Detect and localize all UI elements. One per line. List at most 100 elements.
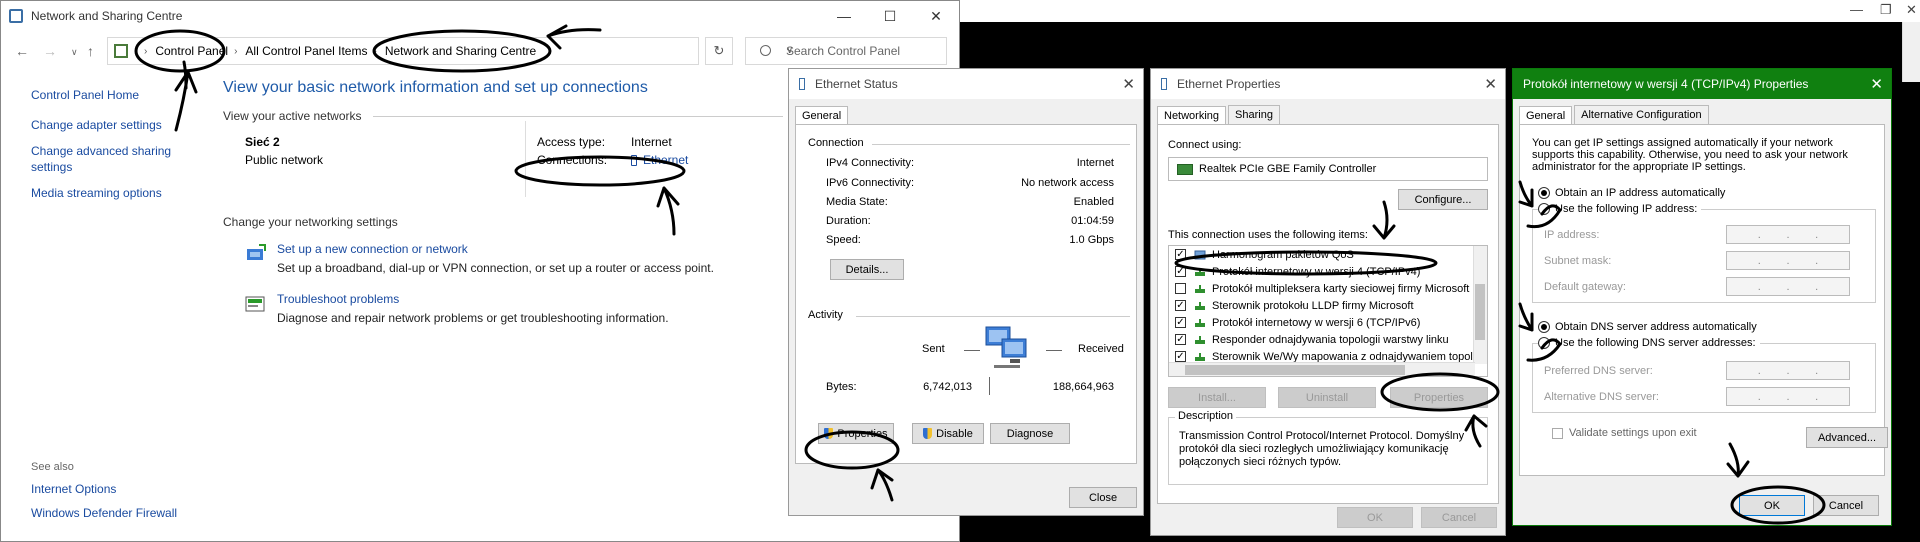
uninstall-button[interactable]: Uninstall xyxy=(1278,387,1376,408)
minimize-icon[interactable]: — xyxy=(1850,2,1863,17)
cancel-button[interactable]: Cancel xyxy=(1421,507,1497,528)
close-icon[interactable]: ✕ xyxy=(1870,75,1883,93)
radio-unselected xyxy=(1538,337,1550,349)
close-icon[interactable]: ✕ xyxy=(1906,2,1917,18)
close-icon[interactable]: ✕ xyxy=(913,1,959,31)
maximize-icon[interactable]: ☐ xyxy=(867,1,913,31)
change-advanced-sharing-link[interactable]: Change advanced sharing settings xyxy=(31,143,191,175)
item-properties-button[interactable]: Properties xyxy=(1390,387,1488,408)
alternative-dns-field[interactable]: ... xyxy=(1726,387,1850,406)
dialog-title-bar: Ethernet Status ✕ xyxy=(789,69,1143,99)
radio-label: Obtain an IP address automatically xyxy=(1555,187,1726,199)
list-item[interactable]: ✓ Protokół internetowy w wersji 6 (TCP/IP… xyxy=(1169,314,1487,331)
ok-button[interactable]: OK xyxy=(1739,495,1805,516)
bytes-sent-value: 6,742,013 xyxy=(923,381,972,393)
media-state-label: Media State: xyxy=(826,196,888,208)
list-item[interactable]: ✓ Protokół internetowy w wersji 4 (TCP/IP… xyxy=(1169,263,1487,280)
bytes-label: Bytes: xyxy=(826,381,857,393)
vertical-scrollbar[interactable] xyxy=(1473,246,1487,364)
tab-strip: General xyxy=(789,105,1143,125)
background-scrollbar[interactable] xyxy=(1902,22,1920,82)
obtain-dns-auto-radio[interactable]: Obtain DNS server address automatically xyxy=(1538,321,1757,333)
recent-chevron-icon[interactable]: ∨ xyxy=(71,47,78,58)
checkbox[interactable]: ✓ xyxy=(1175,334,1186,345)
scroll-thumb[interactable] xyxy=(1185,365,1405,375)
troubleshoot-link[interactable]: Troubleshoot problems xyxy=(277,291,783,307)
minimize-icon[interactable]: — xyxy=(821,1,867,31)
tab-general[interactable]: General xyxy=(795,106,849,125)
new-connection-icon xyxy=(247,244,266,260)
control-panel-home-link[interactable]: Control Panel Home xyxy=(31,87,191,103)
subnet-mask-field[interactable]: ... xyxy=(1726,251,1850,270)
ipv4-properties-dialog: Protokół internetowy w wersji 4 (TCP/IPv… xyxy=(1512,68,1892,526)
tab-sharing[interactable]: Sharing xyxy=(1228,105,1280,124)
setup-connection-link[interactable]: Set up a new connection or network xyxy=(277,241,783,257)
install-button[interactable]: Install... xyxy=(1168,387,1266,408)
close-icon[interactable]: ✕ xyxy=(1122,75,1135,93)
radio-unselected xyxy=(1538,203,1550,215)
breadcrumb-all-items[interactable]: All Control Panel Items xyxy=(245,44,367,58)
list-item[interactable]: ✓ Harmonogram pakietów QoS xyxy=(1169,246,1487,263)
checkbox[interactable]: ✓ xyxy=(1175,249,1186,260)
ipv4-value: Internet xyxy=(1076,157,1114,169)
protocol-icon xyxy=(1195,318,1205,327)
cancel-button[interactable]: Cancel xyxy=(1813,495,1879,516)
preferred-dns-field[interactable]: ... xyxy=(1726,361,1850,380)
network-icon xyxy=(9,9,23,23)
list-item[interactable]: ✓ Sterownik protokołu LLDP firmy Microsof… xyxy=(1169,297,1487,314)
list-item[interactable]: ✓ Responder odnajdywania topologii warstw… xyxy=(1169,331,1487,348)
up-arrow-icon[interactable]: ↑ xyxy=(87,43,94,59)
checkbox[interactable] xyxy=(1552,427,1563,439)
default-gateway-field[interactable]: ... xyxy=(1726,277,1850,296)
breadcrumb-control-panel[interactable]: Control Panel xyxy=(155,44,228,58)
ethernet-link[interactable]: Ethernet xyxy=(631,153,688,167)
list-item-label: Protokół multipleksera karty sieciowej f… xyxy=(1212,282,1470,295)
tab-alternative-configuration[interactable]: Alternative Configuration xyxy=(1574,105,1709,124)
back-arrow-icon[interactable]: ← xyxy=(15,43,29,59)
forward-arrow-icon[interactable]: → xyxy=(43,43,57,59)
list-item[interactable]: Protokół multipleksera karty sieciowej f… xyxy=(1169,280,1487,297)
media-streaming-link[interactable]: Media streaming options xyxy=(31,185,191,201)
refresh-button[interactable]: ↻ xyxy=(705,37,733,65)
horizontal-scrollbar[interactable] xyxy=(1169,362,1475,376)
use-following-ip-radio[interactable]: Use the following IP address: xyxy=(1538,203,1702,215)
subnet-mask-label: Subnet mask: xyxy=(1544,255,1612,267)
obtain-ip-auto-radio[interactable]: Obtain an IP address automatically xyxy=(1538,187,1725,199)
disable-button[interactable]: Disable xyxy=(912,423,984,444)
chevron-right-icon[interactable]: › xyxy=(234,46,237,57)
ok-button[interactable]: OK xyxy=(1337,507,1413,528)
change-adapter-settings-link[interactable]: Change adapter settings xyxy=(31,117,191,133)
properties-button[interactable]: Properties xyxy=(818,423,894,444)
qos-icon xyxy=(1194,250,1206,259)
configure-button[interactable]: Configure... xyxy=(1398,189,1488,210)
address-bar[interactable]: › Control Panel › All Control Panel Item… xyxy=(107,37,793,65)
checkbox[interactable]: ✓ xyxy=(1175,351,1186,362)
radio-selected xyxy=(1538,187,1550,199)
breadcrumb-network-sharing[interactable]: Network and Sharing Centre xyxy=(385,44,536,58)
diagnose-button[interactable]: Diagnose xyxy=(990,423,1070,444)
close-icon[interactable]: ✕ xyxy=(1484,75,1497,93)
validate-checkbox[interactable]: Validate settings upon exit xyxy=(1552,427,1697,439)
items-list: ✓ Harmonogram pakietów QoS ✓ Protokół inte… xyxy=(1168,245,1488,377)
list-item-label: Protokół internetowy w wersji 4 (TCP/IPv… xyxy=(1212,265,1421,278)
checkbox[interactable] xyxy=(1175,283,1186,294)
use-following-dns-radio[interactable]: Use the following DNS server addresses: xyxy=(1538,337,1760,349)
close-button[interactable]: Close xyxy=(1069,487,1137,508)
checkbox[interactable]: ✓ xyxy=(1175,317,1186,328)
tab-networking[interactable]: Networking xyxy=(1157,106,1227,125)
advanced-button[interactable]: Advanced... xyxy=(1806,427,1888,448)
checkbox[interactable]: ✓ xyxy=(1175,266,1186,277)
ip-address-label: IP address: xyxy=(1544,229,1600,241)
details-button[interactable]: Details... xyxy=(830,259,904,280)
chevron-right-icon[interactable]: › xyxy=(144,46,147,57)
restore-icon[interactable]: ❐ xyxy=(1880,2,1892,18)
chevron-right-icon[interactable]: › xyxy=(373,46,376,57)
scroll-thumb[interactable] xyxy=(1475,284,1485,340)
defender-firewall-link[interactable]: Windows Defender Firewall xyxy=(31,505,177,521)
ethernet-status-dialog: Ethernet Status ✕ General Connection IPv… xyxy=(788,68,1144,516)
search-input[interactable]: Search Control Panel xyxy=(745,37,947,65)
internet-options-link[interactable]: Internet Options xyxy=(31,481,177,497)
ip-address-field[interactable]: ... xyxy=(1726,225,1850,244)
tab-general[interactable]: General xyxy=(1519,106,1573,125)
checkbox[interactable]: ✓ xyxy=(1175,300,1186,311)
